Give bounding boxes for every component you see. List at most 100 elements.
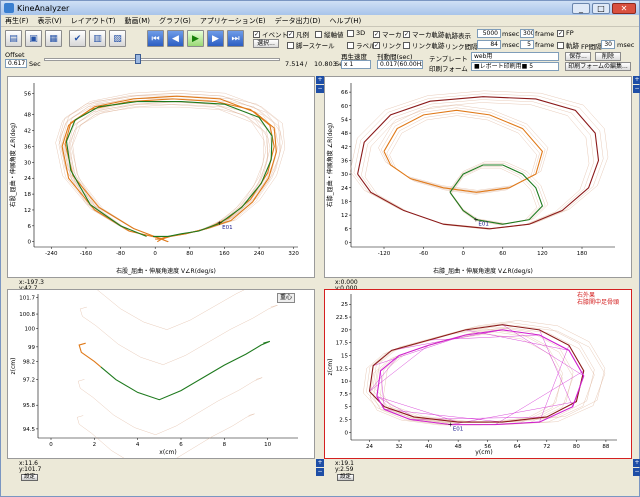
menu-play[interactable]: 再生(F): [5, 16, 29, 26]
link-frames-field[interactable]: 5: [520, 40, 534, 49]
check-scale[interactable]: 脚ースケール: [287, 40, 335, 50]
checkbox-icon: ✓: [557, 29, 564, 37]
menu-video[interactable]: 動画(M): [125, 16, 151, 26]
skip-end-button[interactable]: ⏭: [227, 30, 244, 47]
menu-view[interactable]: 表示(V): [38, 16, 62, 26]
check-link[interactable]: ✓ リンク: [373, 40, 402, 50]
play-speed-select[interactable]: x 1: [341, 60, 371, 69]
x-tick-label: 240: [254, 251, 265, 257]
x-tick-label: 0: [153, 251, 157, 257]
ghost-trace: [55, 92, 283, 240]
check-marker-trace[interactable]: ✓ マーカ軌跡: [403, 29, 445, 39]
y-tick-label: 7.5: [339, 392, 348, 398]
zoom-out-icon[interactable]: −: [316, 468, 324, 476]
com-tag[interactable]: 重心: [277, 293, 296, 303]
menu-help[interactable]: ヘルプ(H): [330, 16, 362, 26]
x-tick-label: 180: [577, 251, 588, 257]
close-button[interactable]: ✕: [612, 2, 636, 14]
check-marker[interactable]: ✓ マーカ: [373, 29, 402, 39]
skip-start-button[interactable]: ⏮: [147, 30, 164, 47]
check-fp-trace[interactable]: 軌跡: [557, 40, 579, 50]
timeline-slider[interactable]: [44, 58, 280, 61]
graph-panel-top-right[interactable]: -120 -60 0 60 120 180 0 6 12 18 24 30 36 42 48 54 60 66 右膝…: [324, 76, 632, 278]
calc-button[interactable]: ▧: [109, 30, 126, 47]
checkbox-icon: ✓: [287, 30, 294, 38]
fp-interval-field[interactable]: 30: [601, 40, 615, 49]
check-legend[interactable]: ✓ 凡例: [287, 29, 309, 39]
event-label: E01: [453, 427, 463, 433]
panel-br-side-buttons: + −: [633, 459, 640, 476]
br-readout-y: y:2.59: [335, 466, 354, 473]
step-forward-button[interactable]: ▶: [207, 30, 224, 47]
graph-panel-bottom-right[interactable]: 24 32 40 48 56 64 72 80 88 0 2.5 5 7.5 10 12.5 15 17.5 20…: [324, 289, 632, 459]
bl-settings-button[interactable]: 設定: [21, 474, 39, 481]
zoom-in-icon[interactable]: +: [633, 76, 640, 84]
menu-application[interactable]: アプリケーション(E): [200, 16, 266, 26]
series-line: [64, 95, 277, 243]
zoom-in-icon[interactable]: +: [316, 459, 324, 467]
menu-layout[interactable]: レイアウト(T): [71, 16, 116, 26]
skip-start-icon: ⏮: [151, 33, 160, 44]
graph-panel-bottom-left[interactable]: 0 2 4 6 8 10 94.5 95.8 97.2 98.2 99 100 100.8 101.7 x(…: [7, 289, 315, 459]
x-tick-label: -160: [80, 251, 93, 257]
y-axis-label: 右膝_屈曲・伸展角度 ∠R(deg): [326, 123, 334, 207]
offset-field[interactable]: 0.617: [5, 59, 27, 68]
offset-unit: Sec: [29, 60, 41, 68]
check-button[interactable]: ✔: [69, 30, 86, 47]
br-settings-button[interactable]: 設定: [337, 474, 355, 481]
minimize-button[interactable]: _: [572, 2, 590, 14]
zoom-out-icon[interactable]: −: [316, 85, 324, 93]
x-axis-label: 右膝_屈曲・伸展角速度 V∠R(deg/s): [433, 267, 533, 275]
x-axis-label: y(cm): [475, 449, 492, 456]
print-form-label: 印刷フォーム: [429, 65, 468, 73]
offset-label: Offset: [5, 51, 25, 59]
delete-template-button[interactable]: 削除: [595, 52, 621, 61]
edit-print-form-button[interactable]: 印刷フォームの編集...: [565, 62, 631, 71]
trace-msec-field[interactable]: 5000: [477, 29, 501, 38]
check-link-trace[interactable]: リンク軌跡: [403, 40, 445, 50]
zoom-out-icon[interactable]: −: [633, 85, 640, 93]
open-button[interactable]: ▤: [5, 30, 22, 47]
link-msec-field[interactable]: 84: [477, 40, 501, 49]
title-bar: KineAnalyzer _ □ ✕: [1, 1, 639, 15]
link-frames-unit: frame: [535, 41, 555, 49]
save-file-button[interactable]: ▣: [25, 30, 42, 47]
ghost-trace: [79, 306, 103, 332]
save-template-button[interactable]: 保存...: [565, 52, 591, 61]
check-label[interactable]: ラベル: [347, 40, 376, 50]
menu-graph[interactable]: グラフ(G): [159, 16, 191, 26]
check-fp[interactable]: ✓ FP: [557, 29, 574, 37]
print-button[interactable]: ▦: [45, 30, 62, 47]
template-select[interactable]: web用: [471, 52, 559, 61]
menu-data-output[interactable]: データ出力(D): [275, 16, 321, 26]
interval-select[interactable]: 0.017(60.00Hz): [377, 60, 423, 69]
x-tick-label: -120: [378, 251, 391, 257]
y-tick-label: 6: [345, 227, 349, 233]
print-form-select[interactable]: ■レポート印刷用■ 5: [471, 62, 559, 71]
table-button[interactable]: ▥: [89, 30, 106, 47]
ghost-trace: [77, 379, 100, 403]
series-line: [368, 324, 585, 423]
graph-panel-top-left[interactable]: -240 -160 -80 0 80 160 240 320 0 6 12 18 24 30 36 42 48 5…: [7, 76, 315, 278]
trace-frames-field[interactable]: 300: [520, 29, 534, 38]
zoom-out-icon[interactable]: −: [633, 468, 640, 476]
ghost-trace: [376, 329, 585, 425]
check-axis-value[interactable]: 縦軸値: [315, 29, 344, 39]
x-tick-label: 88: [602, 444, 609, 450]
y-tick-label: 42: [341, 145, 348, 151]
step-back-button[interactable]: ◀: [167, 30, 184, 47]
zoom-in-icon[interactable]: +: [633, 459, 640, 467]
fp-interval-unit: msec: [617, 41, 635, 49]
maximize-button[interactable]: □: [592, 2, 610, 14]
y-tick-label: 12: [341, 213, 348, 219]
check-event[interactable]: ✓ イベント: [253, 29, 288, 39]
zoom-in-icon[interactable]: +: [316, 76, 324, 84]
timeline-thumb[interactable]: [135, 54, 141, 64]
link-line: [494, 370, 584, 425]
select-button[interactable]: 選択...: [253, 39, 279, 48]
ghost-trace: [68, 104, 267, 240]
y-tick-label: 12.5: [336, 366, 349, 372]
check-3d[interactable]: 3D: [347, 29, 365, 37]
chart-foot: 24 32 40 48 56 64 72 80 8802.557.51012.51517.520…: [327, 294, 617, 456]
play-button[interactable]: ▶: [187, 30, 204, 47]
